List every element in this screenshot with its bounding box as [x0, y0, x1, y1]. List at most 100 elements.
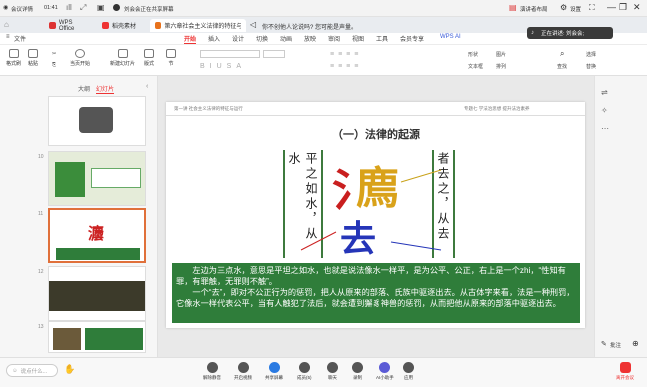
start-video-button[interactable]: 开启视频	[234, 362, 252, 381]
share-screen-button[interactable]: 共享屏幕	[265, 362, 283, 381]
slide-header-left: 第一讲 社会主义法律的特征与运行	[174, 106, 243, 111]
settings-button[interactable]: 设置	[570, 5, 581, 13]
animation-pane-icon[interactable]: ✧	[601, 106, 608, 115]
tab-design[interactable]: 设计	[232, 34, 244, 43]
tab-animations[interactable]: 动画	[280, 34, 292, 43]
shape-button[interactable]: 形状	[468, 51, 478, 58]
leave-meeting-button[interactable]: 离开会议	[616, 362, 634, 381]
ai-assistant-button[interactable]: AI小助手	[376, 362, 394, 381]
smile-icon: ☺	[12, 367, 18, 374]
share-icon	[268, 362, 280, 373]
paste-icon	[28, 49, 38, 58]
thumb-image	[55, 162, 85, 197]
sharing-status: 刘会会正在共享屏幕	[124, 7, 174, 13]
arrange-button[interactable]: 排列	[496, 63, 506, 70]
apps-icon	[403, 362, 414, 373]
tab-slideshow[interactable]: 放映	[304, 34, 316, 43]
tab-review[interactable]: 审阅	[328, 34, 340, 43]
fullscreen-icon[interactable]: ⛶	[589, 3, 595, 13]
menu-icon[interactable]: ≡	[6, 34, 10, 40]
tab-home[interactable]: 开始	[184, 34, 197, 44]
outline-tab[interactable]: 大纲	[78, 84, 90, 93]
speaker-layout-button[interactable]: 演讲者布局	[520, 5, 548, 13]
find-button[interactable]: 查找	[557, 63, 567, 70]
connector-lines	[300, 169, 442, 251]
thumb-character: 灋	[88, 226, 105, 243]
minimize-icon[interactable]: —	[607, 2, 616, 12]
play-icon	[75, 49, 85, 58]
hand-icon[interactable]: ✋	[64, 364, 75, 375]
replace-button[interactable]: 替换	[586, 63, 596, 70]
sharer-avatar	[113, 4, 120, 11]
text-format-icons[interactable]: BIUSA	[200, 63, 246, 70]
picture-button[interactable]: 图片	[496, 51, 506, 58]
select-button[interactable]: 选择	[586, 51, 596, 58]
tab-current-presentation[interactable]: 第六章社会主义法律的特征与运	[150, 19, 246, 32]
signal-icon: ıll	[66, 3, 72, 12]
annotate-button[interactable]: 批注	[610, 341, 621, 349]
slide-number: 10	[38, 154, 44, 160]
slide-number: 11	[38, 211, 44, 217]
tab-materials[interactable]: 稻壳素材	[97, 19, 147, 32]
ppt-icon	[155, 22, 162, 29]
slide-thumb-9[interactable]	[48, 96, 146, 146]
play-from-current-button[interactable]: 当页开始	[70, 49, 90, 67]
align-icons[interactable]: ≡≡≡≡	[330, 63, 362, 70]
members-button[interactable]: 成员(5)	[297, 362, 312, 381]
chat-button[interactable]: 聊天	[327, 362, 338, 381]
ai-icon	[379, 362, 391, 373]
slide-thumb-12[interactable]	[48, 266, 146, 321]
artifact-image	[79, 107, 113, 133]
slide: 第一讲 社会主义法律的特征与运行 专题七 学法治思想 提升法治素养 （一）法律的…	[166, 102, 585, 328]
tab-wps-ai[interactable]: WPS AI	[440, 34, 461, 40]
slide-thumb-10[interactable]	[48, 151, 146, 206]
slide-header-right: 专题七 学法治思想 提升法治素养	[464, 106, 530, 111]
properties-icon[interactable]: ⇌	[601, 88, 608, 97]
close-icon[interactable]: ✕	[633, 2, 641, 13]
apps-button[interactable]: 应用	[403, 362, 414, 381]
unmute-button[interactable]: 解除静音	[203, 362, 221, 381]
home-icon[interactable]: ⌂	[4, 20, 9, 29]
expand-icon[interactable]: ⤢	[80, 3, 86, 13]
layout-icon: ▤	[509, 3, 517, 12]
copy-icon[interactable]: ⎘	[52, 62, 56, 68]
gear-icon[interactable]: ⚙	[560, 3, 567, 12]
layout-button[interactable]: 版式	[144, 49, 154, 67]
restore-icon[interactable]: ❐	[619, 2, 627, 13]
meeting-control-bar: ☺ 说点什么... ✋ 解除静音 开启视频 共享屏幕 成员(5) 聊天 录制 A…	[0, 357, 647, 387]
collapse-panel-icon[interactable]: ‹	[146, 83, 148, 90]
tab-file[interactable]: 文件	[14, 34, 26, 43]
tab-member[interactable]: 会员专享	[400, 34, 424, 43]
tab-view[interactable]: 视图	[352, 34, 364, 43]
cut-icon[interactable]: ✂	[52, 51, 56, 57]
tab-tools[interactable]: 工具	[376, 34, 388, 43]
tab-transitions[interactable]: 切换	[256, 34, 268, 43]
brush-icon	[8, 49, 19, 58]
zoom-icon[interactable]: ⊕	[632, 339, 639, 348]
meeting-details[interactable]: 会议详情	[11, 5, 33, 13]
notification-text: 你不创他人论说吗? 您可能是声量。	[262, 25, 358, 31]
tab-wps-office[interactable]: WPS Office	[44, 19, 94, 32]
audio-icon[interactable]: ◉	[3, 4, 8, 11]
speaker-icon: ◁	[250, 20, 257, 29]
chat-input[interactable]: ☺ 说点什么...	[6, 364, 58, 377]
font-name-select[interactable]	[200, 50, 260, 58]
format-painter-button[interactable]: 格式刷	[6, 49, 21, 67]
paragraph-icons[interactable]: ≡≡≡≡	[330, 51, 362, 58]
slide-number: 13	[38, 324, 44, 330]
record-icon	[352, 362, 363, 373]
paste-button[interactable]: 粘贴	[28, 49, 38, 67]
tab-insert[interactable]: 插入	[208, 34, 220, 43]
textbox-button[interactable]: 文本框	[468, 63, 483, 70]
slides-tab[interactable]: 幻灯片	[96, 84, 115, 94]
more-icon[interactable]: ⋯	[601, 124, 609, 133]
pen-icon[interactable]: ✎	[601, 340, 607, 348]
section-button[interactable]: 节	[166, 49, 176, 67]
new-slide-button[interactable]: 新建幻灯片	[110, 49, 135, 67]
slide-thumb-13[interactable]	[48, 321, 146, 353]
speaker-badge: ♪ 正在讲述: 刘会会;	[527, 27, 613, 39]
search-icon[interactable]: ⌕	[560, 49, 564, 59]
record-button[interactable]: 录制	[352, 362, 363, 381]
slide-thumb-11-selected[interactable]: 灋	[48, 208, 146, 263]
font-size-select[interactable]	[263, 50, 285, 58]
